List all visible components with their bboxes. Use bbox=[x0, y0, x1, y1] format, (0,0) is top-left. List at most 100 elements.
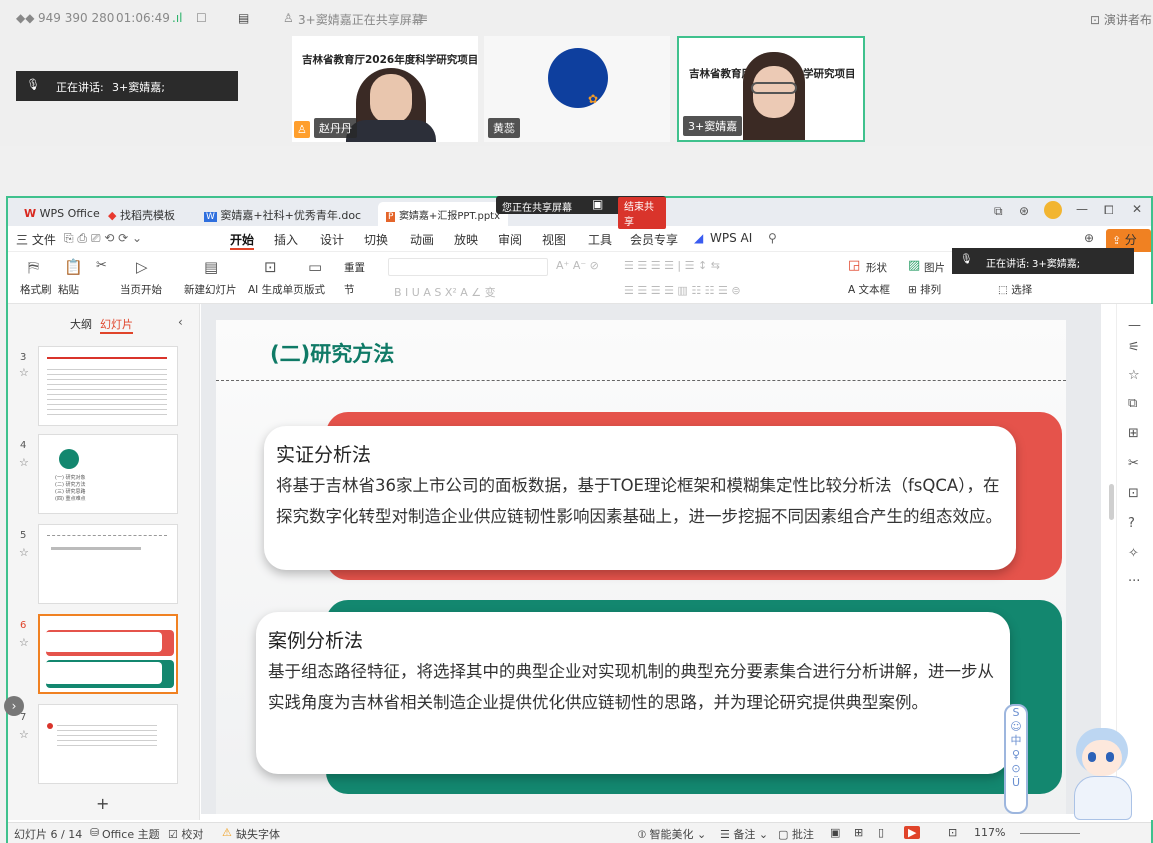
doc-icon[interactable]: ▤ bbox=[238, 11, 249, 25]
section-card-case[interactable]: 案例分析法 基于组态路径特征，将选择其中的典型企业对实现机制的典型充分要素集合进… bbox=[256, 612, 1010, 774]
shape-icon[interactable]: ◲ bbox=[848, 258, 860, 273]
table-icon[interactable]: ⊡ bbox=[1128, 486, 1139, 501]
restore-icon[interactable]: ⧉ bbox=[994, 204, 1003, 219]
ai-page-icon[interactable]: ⊡ bbox=[264, 258, 277, 276]
slide-thumb[interactable] bbox=[38, 704, 178, 784]
select-button[interactable]: ⬚ 选择 bbox=[998, 282, 1032, 297]
tab-outline[interactable]: 大纲 bbox=[70, 316, 92, 332]
close-icon[interactable]: ✕ bbox=[1132, 202, 1142, 216]
avatar[interactable] bbox=[1044, 201, 1062, 219]
star-icon[interactable]: ☆ bbox=[19, 366, 29, 379]
ribbon-toolbar: ⛿ 格式刷 📋 粘贴 ✂ ▷ 当页开始 ▤ 新建幻灯片 ⊡ AI 生成单页 ▭ … bbox=[8, 248, 1151, 304]
slide-panel: 大纲 幻灯片 ‹ 3 ☆ 4 ☆ (一) 研究对象 (二) 研究方法 (三) 研… bbox=[4, 304, 200, 820]
dash-icon[interactable]: — bbox=[1128, 318, 1141, 333]
layout-icon[interactable]: ▭ bbox=[308, 258, 322, 276]
text-format-icons[interactable]: B I U A S X² A ∠ 变 bbox=[394, 284, 496, 300]
more-icon[interactable]: ··· bbox=[1128, 574, 1140, 589]
participant-tile[interactable]: ✿ 黄蕊 bbox=[484, 36, 670, 142]
maximize-icon[interactable]: ⧠ bbox=[1104, 203, 1114, 218]
star-icon[interactable]: ☆ bbox=[19, 636, 29, 649]
normal-view-icon[interactable]: ▣ bbox=[830, 826, 840, 839]
paragraph-icons[interactable]: ☰ ☰ ☰ ☰ | ☰ ↕ ⇆ bbox=[624, 259, 720, 272]
notes-button[interactable]: ☰ 备注 ⌄ bbox=[720, 826, 768, 842]
search-icon[interactable]: ⚲ bbox=[768, 231, 777, 245]
tab-doc[interactable]: W 窦婧嘉+社科+优秀青年.doc bbox=[196, 202, 369, 226]
settings-icon[interactable]: ⊛ bbox=[1019, 204, 1029, 218]
add-slide-icon[interactable]: + bbox=[96, 794, 109, 813]
slide-thumb[interactable]: (一) 研究对象 (二) 研究方法 (三) 研究思路 (四) 重点难点 bbox=[38, 434, 178, 514]
section-button[interactable]: 节 bbox=[344, 282, 355, 297]
arrange-button[interactable]: ⊞ 排列 bbox=[908, 282, 941, 297]
menu-slideshow[interactable]: 放映 bbox=[454, 231, 478, 248]
missing-font[interactable]: 缺失字体 bbox=[236, 826, 280, 842]
theme-label[interactable]: Office 主题 bbox=[102, 826, 160, 842]
font-size-icons[interactable]: A⁺ A⁻ ⊘ bbox=[556, 259, 599, 272]
menu-insert[interactable]: 插入 bbox=[274, 231, 298, 248]
ai-icon[interactable]: ✧ bbox=[1128, 546, 1139, 561]
share-icon[interactable]: ▣ bbox=[592, 197, 603, 211]
zoom-slider[interactable] bbox=[1020, 833, 1080, 834]
proof-button[interactable]: ☑ 校对 bbox=[168, 826, 203, 842]
sorter-view-icon[interactable]: ⊞ bbox=[854, 826, 863, 839]
fit-icon[interactable]: ⊡ bbox=[948, 826, 957, 839]
star-icon[interactable]: ☆ bbox=[1128, 368, 1140, 383]
menu-design[interactable]: 设计 bbox=[320, 231, 344, 248]
menu-animation[interactable]: 动画 bbox=[410, 231, 434, 248]
scrollbar[interactable] bbox=[1109, 484, 1114, 520]
play-from-current-icon[interactable]: ▷ bbox=[136, 258, 148, 276]
picture-icon[interactable]: ▨ bbox=[908, 258, 920, 273]
menu-home[interactable]: 开始 bbox=[230, 231, 255, 250]
reset-button[interactable]: 重置 bbox=[344, 260, 365, 275]
section-card-empirical[interactable]: 实证分析法 将基于吉林省36家上市公司的面板数据，基于TOE理论框架和模糊集定性… bbox=[264, 426, 1016, 570]
menu-review[interactable]: 审阅 bbox=[498, 231, 522, 248]
properties-icon[interactable]: ⚟ bbox=[1128, 340, 1140, 355]
paste-icon[interactable]: 📋 bbox=[64, 258, 83, 276]
slide-title[interactable]: (二)研究方法 bbox=[270, 338, 394, 368]
copy-icon[interactable]: ⧉ bbox=[1128, 396, 1137, 411]
textbox-button[interactable]: A 文本框 bbox=[848, 282, 890, 297]
menu-member[interactable]: 会员专享 bbox=[630, 231, 678, 248]
menu-view[interactable]: 视图 bbox=[542, 231, 566, 248]
end-share-button[interactable]: 结束共享 bbox=[618, 197, 666, 229]
chart-icon[interactable]: ⊞ bbox=[1128, 426, 1139, 441]
menu-tools[interactable]: 工具 bbox=[588, 231, 612, 248]
star-icon[interactable]: ☆ bbox=[19, 728, 29, 741]
menu-wps-ai[interactable]: WPS AI bbox=[710, 231, 752, 245]
play-icon[interactable]: ▶ bbox=[904, 826, 921, 839]
tools-icon[interactable]: ✂ bbox=[1128, 456, 1139, 471]
picture-button[interactable]: 图片 bbox=[924, 260, 945, 275]
format-painter-icon[interactable]: ⛿ bbox=[28, 258, 39, 276]
menu-transition[interactable]: 切换 bbox=[364, 231, 388, 248]
font-select[interactable] bbox=[388, 258, 548, 276]
shape-button[interactable]: 形状 bbox=[866, 260, 887, 275]
quick-tools-icon[interactable]: ⎘ ⎙ ⎚ ⟲ ⟳ ⌄ bbox=[64, 231, 142, 246]
participant-tile-active[interactable]: 吉林省教育厅 学研究项目 3+窦婧嘉 bbox=[677, 36, 865, 142]
slide-canvas[interactable]: (二)研究方法 实证分析法 将基于吉林省36家上市公司的面板数据，基于TOE理论… bbox=[216, 320, 1066, 814]
help-icon[interactable]: ? bbox=[1128, 516, 1135, 531]
tab-wps-office[interactable]: W WPS Office bbox=[16, 202, 108, 226]
new-slide-icon[interactable]: ▤ bbox=[204, 258, 218, 276]
tab-slides[interactable]: 幻灯片 bbox=[100, 316, 133, 334]
menu-file[interactable]: 三 文件 bbox=[16, 231, 56, 248]
star-icon[interactable]: ☆ bbox=[19, 546, 29, 559]
external-icon[interactable]: ☐ bbox=[196, 11, 207, 25]
tab-pptx[interactable]: P 窦婧嘉+汇报PPT.pptx bbox=[378, 202, 508, 226]
comments-button[interactable]: ▢ 批注 bbox=[778, 826, 814, 842]
presenter-view-button[interactable]: ⊡ 演讲者布 bbox=[1090, 11, 1152, 28]
tab-templates[interactable]: ◆ 找稻壳模板 bbox=[100, 202, 183, 226]
slide-thumb-current[interactable] bbox=[38, 614, 178, 694]
slide-thumb[interactable] bbox=[38, 524, 178, 604]
align-icons[interactable]: ☰ ☰ ☰ ☰ ▥ ☷ ☷ ☰ ⊜ bbox=[624, 284, 741, 297]
reading-view-icon[interactable]: ▯ bbox=[878, 826, 884, 839]
cut-icon[interactable]: ✂ bbox=[96, 258, 107, 273]
expand-panel-icon[interactable]: › bbox=[4, 696, 24, 716]
zoom-level[interactable]: 117% bbox=[974, 826, 1005, 839]
participant-tile[interactable]: 吉林省教育厅2026年度科学研究项目 ♙ 赵丹丹 bbox=[292, 36, 478, 142]
collapse-icon[interactable]: ‹ bbox=[178, 315, 183, 329]
menu-icon[interactable]: ≡ bbox=[418, 11, 428, 25]
minimize-icon[interactable]: — bbox=[1076, 202, 1088, 216]
slide-thumb[interactable] bbox=[38, 346, 178, 426]
upload-icon[interactable]: ⊕ bbox=[1084, 231, 1094, 245]
star-icon[interactable]: ☆ bbox=[19, 456, 29, 469]
beautify-button[interactable]: ⦶ 智能美化 ⌄ bbox=[638, 826, 706, 842]
